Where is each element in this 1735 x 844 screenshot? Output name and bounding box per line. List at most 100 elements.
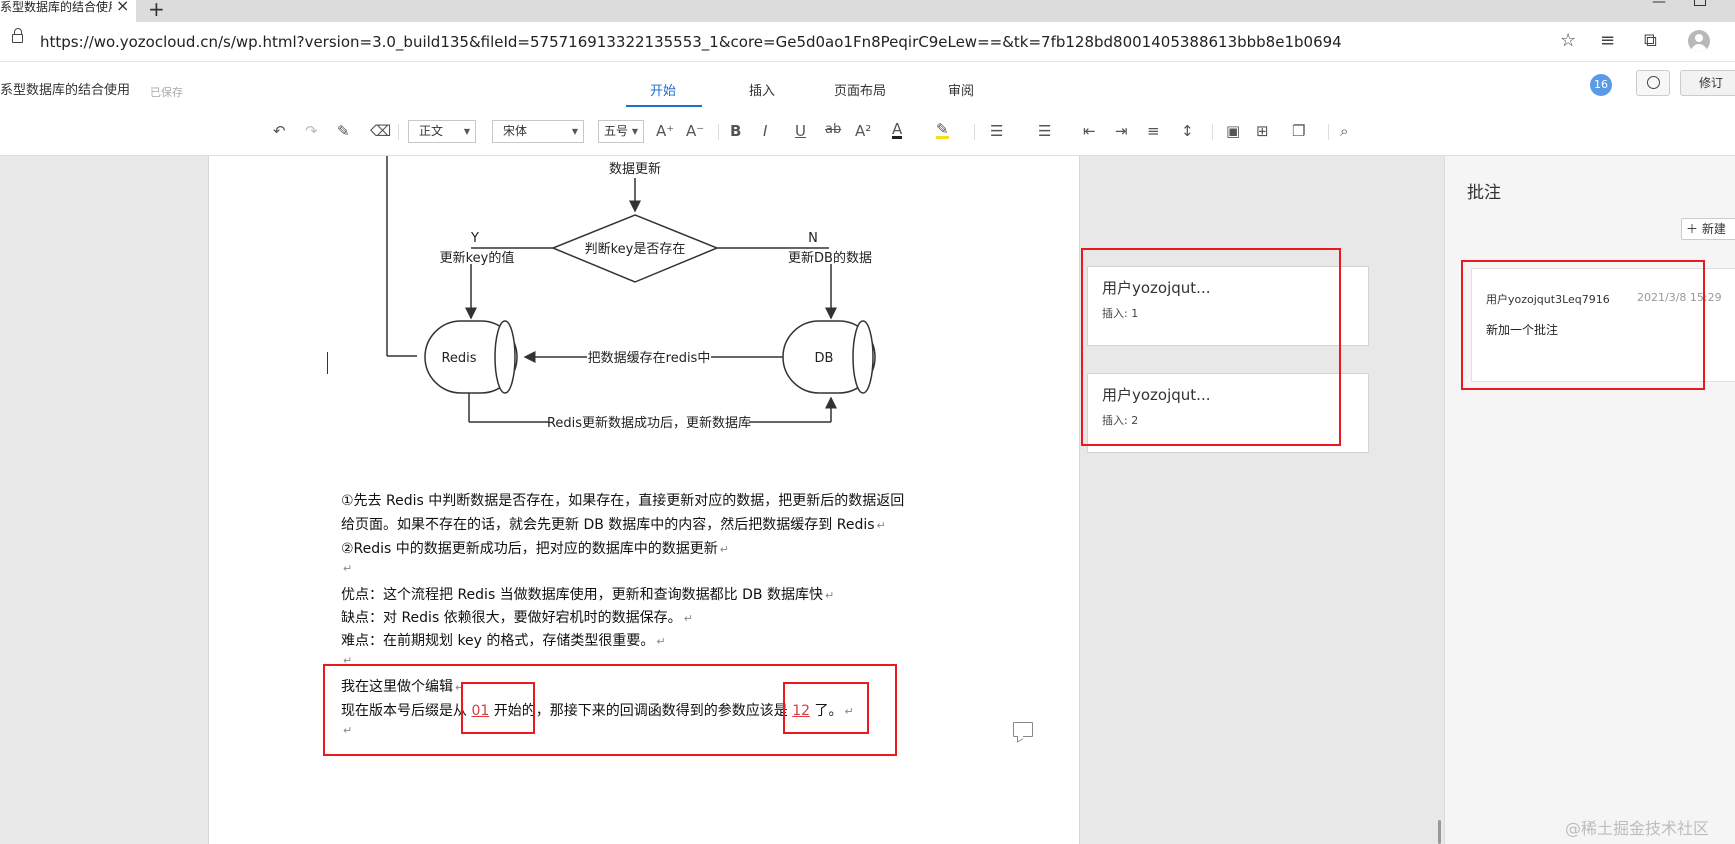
font-family-value: 宋体 (503, 124, 528, 138)
chevron-down-icon: ▼ (571, 127, 578, 136)
clear-format-icon[interactable]: ⌫ (370, 122, 391, 140)
align-icon[interactable]: ≡ (1147, 122, 1160, 140)
tab-review[interactable]: 审阅 (948, 80, 974, 99)
address-bar: https://wo.yozocloud.cn/s/wp.html?versio… (0, 22, 1735, 62)
comment-cards-pane: 用户yozojqut... 插入: 1 用户yozojqut... 插入: 2 (1081, 156, 1445, 844)
formatting-toolbar: ↶ ↷ ✎ ⌫ 正文 ▼ 宋体 ▼ 五号 ▼ A⁺ A⁻ B I U ab A² A … (0, 110, 1735, 156)
insert-shape-icon[interactable]: ❐ (1292, 122, 1305, 140)
profile-avatar[interactable] (1688, 30, 1710, 52)
paragraph-difficulties[interactable]: 难点：在前期规划 key 的格式，存储类型很重要。 ↵ (341, 630, 666, 650)
highlight-box (783, 682, 869, 734)
empty-paragraph[interactable]: ↵ (341, 560, 352, 576)
paragraph-text: ②Redis 中的数据更新成功后，把对应的数据库中的数据更新 (341, 541, 718, 557)
undo-icon[interactable]: ↶ (273, 122, 286, 140)
insert-table-icon[interactable]: ⊞ (1256, 122, 1269, 140)
tab-start[interactable]: 开始 (650, 80, 676, 99)
comment-icon[interactable] (1013, 722, 1033, 737)
search-icon[interactable]: ⌕ (1340, 122, 1348, 140)
highlight-icon[interactable]: ✎ (936, 122, 949, 139)
underline-icon[interactable]: U (795, 122, 806, 140)
bold-icon[interactable]: B (730, 122, 741, 140)
insert-image-icon[interactable]: ▣ (1226, 122, 1240, 140)
font-size-select[interactable]: 五号 ▼ (598, 120, 644, 143)
italic-icon[interactable]: I (763, 122, 767, 140)
tab-insert[interactable]: 插入 (749, 80, 775, 99)
superscript-icon[interactable]: A² (855, 122, 871, 140)
tab-page-layout[interactable]: 页面布局 (834, 80, 886, 99)
paragraph-text: 给页面。如果不存在的话，就会先更新 DB 数据库中的内容，然后把数据缓存到 Re… (341, 517, 875, 533)
toolbar-divider (974, 124, 975, 140)
panel-title: 批注 (1467, 183, 1501, 203)
revise-button[interactable]: 修订 (1680, 70, 1735, 96)
paragraph-disadvantages[interactable]: 缺点：对 Redis 依赖很大，要做好宕机时的数据保存。 ↵ (341, 607, 693, 627)
return-mark: ↵ (683, 612, 693, 625)
plus-icon: ＋ (1686, 222, 1702, 236)
db-cylinder: DB (782, 320, 876, 394)
scrollbar-thumb[interactable] (1438, 820, 1441, 844)
line-spacing-icon[interactable]: ↕ (1181, 122, 1194, 140)
font-family-select[interactable]: 宋体 ▼ (492, 120, 584, 143)
redo-icon[interactable]: ↷ (305, 122, 318, 140)
maximize-window-button[interactable] (1694, 0, 1706, 6)
strikethrough-icon[interactable]: ab (825, 122, 841, 137)
db-label: DB (815, 351, 834, 366)
favorite-star-icon[interactable]: ☆ (1560, 30, 1576, 51)
cache-label: 把数据缓存在redis中 (588, 351, 711, 366)
paragraph-1b[interactable]: 给页面。如果不存在的话，就会先更新 DB 数据库中的内容，然后把数据缓存到 Re… (341, 514, 886, 534)
collections-icon[interactable]: ⧉ (1644, 30, 1657, 51)
chevron-down-icon: ▼ (463, 127, 470, 136)
highlight-box (1081, 248, 1341, 446)
redis-label: Redis (441, 351, 476, 366)
paragraph-text: ①先去 Redis 中判断数据是否存在，如果存在，直接更新对应的数据，把更新后的… (341, 493, 905, 509)
increase-font-icon[interactable]: A⁺ (656, 122, 674, 140)
paragraph-advantages[interactable]: 优点：这个流程把 Redis 当做数据库使用，更新和查询数据都比 DB 数据库快… (341, 584, 834, 604)
decrease-indent-icon[interactable]: ⇤ (1083, 122, 1096, 140)
return-mark: ↵ (656, 635, 666, 648)
font-size-value: 五号 (604, 124, 629, 138)
watermark: @稀土掘金技术社区 (1565, 819, 1710, 838)
flow-top-label: 数据更新 (609, 161, 661, 177)
new-comment-button[interactable]: ＋ 新建 (1681, 218, 1735, 240)
new-tab-button[interactable]: + (148, 0, 165, 21)
return-mark: ↵ (719, 543, 730, 556)
numbered-list-icon[interactable]: ☰ (1038, 122, 1051, 140)
paragraph-text: 缺点：对 Redis 依赖很大，要做好宕机时的数据保存。 (341, 610, 682, 626)
toolbar-divider (718, 124, 719, 140)
clock-icon (1647, 76, 1660, 89)
paragraph-text: 难点：在前期规划 key 的格式，存储类型很重要。 (341, 633, 655, 649)
active-tab-indicator (626, 105, 702, 107)
no-label: 更新DB的数据 (788, 250, 872, 266)
font-color-icon[interactable]: A (892, 122, 903, 139)
paragraph-style-select[interactable]: 正文 ▼ (408, 120, 476, 143)
decision-label: 判断key是否存在 (585, 242, 686, 257)
document-title[interactable]: 系型数据库的结合使用 (0, 79, 130, 98)
url-field[interactable]: https://wo.yozocloud.cn/s/wp.html?versio… (40, 33, 1342, 51)
annotations-panel: 批注 ＋ 新建 用户yozojqut3Leq7916 2021/3/8 15:2… (1444, 156, 1735, 844)
document-page[interactable]: 数据更新 判断key是否存在 Y 更新key的值 N 更新DB的数据 Redis… (208, 156, 1080, 844)
app-header: 系型数据库的结合使用 已保存 开始 插入 页面布局 审阅 16 修订 (0, 62, 1735, 110)
comment-count-badge[interactable]: 16 (1590, 74, 1612, 96)
yes-mark: Y (470, 231, 479, 246)
close-tab-icon[interactable]: × (116, 0, 129, 14)
yes-label: 更新key的值 (440, 250, 515, 266)
toolbar-divider (1328, 124, 1329, 140)
browser-tab[interactable]: 系型数据库的结合使用 × (0, 0, 136, 22)
paragraph-1a[interactable]: ①先去 Redis 中判断数据是否存在，如果存在，直接更新对应的数据，把更新后的… (341, 490, 904, 510)
favorites-icon[interactable]: ≡ (1600, 30, 1615, 51)
paragraph-2[interactable]: ②Redis 中的数据更新成功后，把对应的数据库中的数据更新 ↵ (341, 538, 729, 558)
decrease-font-icon[interactable]: A⁻ (686, 122, 704, 140)
bottom-flow-label: Redis更新数据成功后，更新数据库 (547, 415, 751, 431)
text-cursor (327, 352, 328, 374)
format-painter-icon[interactable]: ✎ (337, 122, 350, 140)
chevron-down-icon: ▼ (631, 127, 638, 136)
bullet-list-icon[interactable]: ☰ (990, 122, 1003, 140)
minimize-window-button[interactable]: — (1652, 0, 1666, 10)
save-status: 已保存 (150, 86, 183, 99)
history-button[interactable] (1636, 70, 1670, 96)
redis-cylinder: Redis (424, 320, 518, 394)
lock-icon[interactable] (12, 28, 23, 43)
increase-indent-icon[interactable]: ⇥ (1115, 122, 1128, 140)
no-mark: N (808, 231, 818, 246)
paragraph-text: 优点：这个流程把 Redis 当做数据库使用，更新和查询数据都比 DB 数据库快 (341, 587, 823, 603)
browser-tab-title: 系型数据库的结合使用 (0, 0, 112, 14)
